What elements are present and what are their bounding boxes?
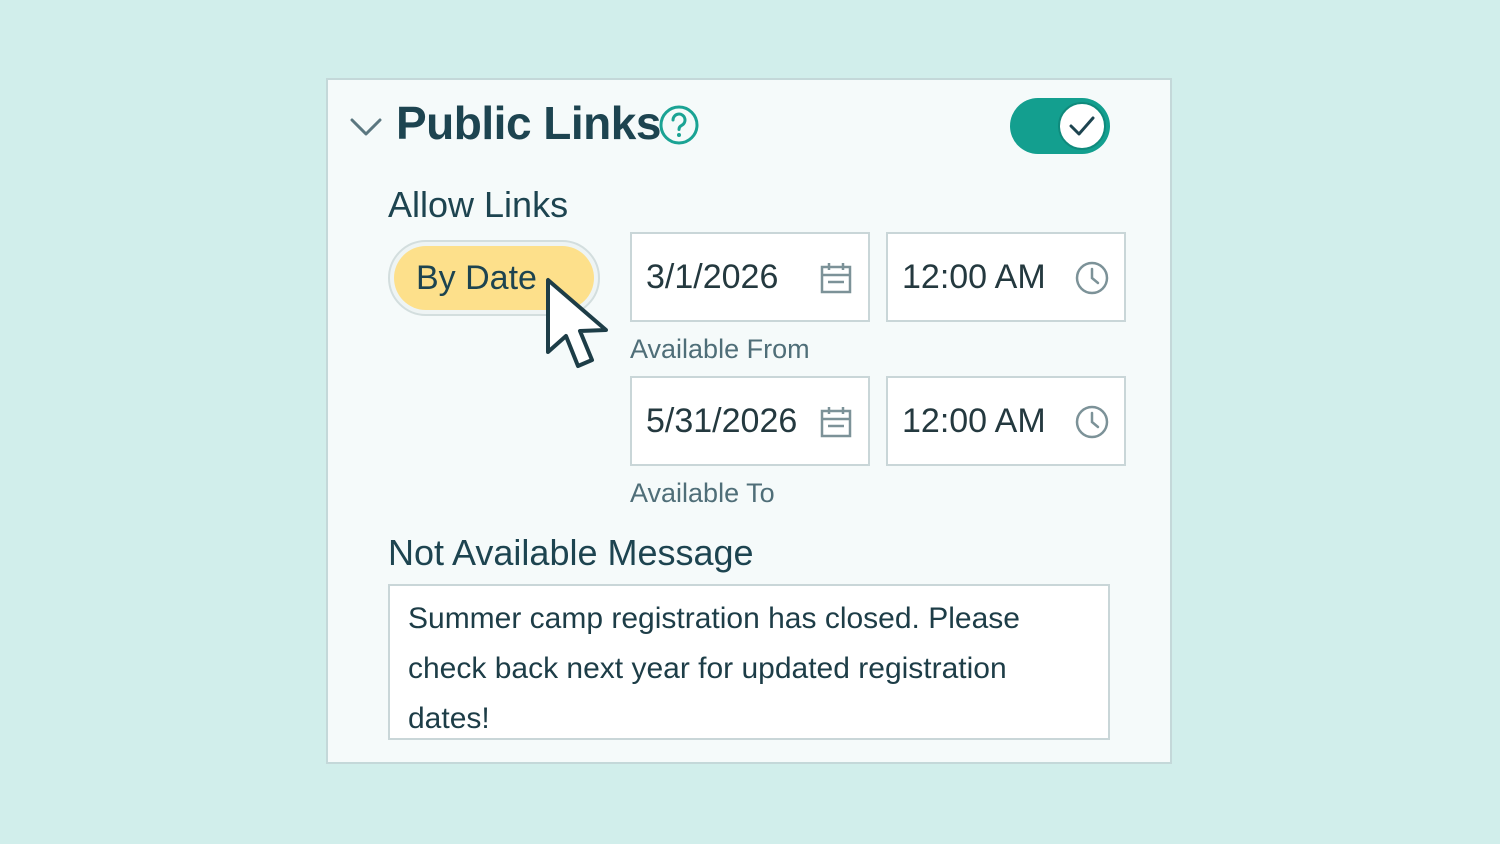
clock-icon[interactable]: [1074, 260, 1110, 296]
available-from-time-field[interactable]: 12:00 AM: [886, 232, 1126, 322]
available-from-label: Available From: [630, 334, 810, 364]
available-from-time-value: 12:00 AM: [902, 258, 1046, 296]
chevron-down-icon[interactable]: [348, 112, 384, 140]
available-to-date-value: 5/31/2026: [646, 402, 798, 440]
check-icon: [1069, 116, 1095, 136]
available-to-time-field[interactable]: 12:00 AM: [886, 376, 1126, 466]
calendar-icon[interactable]: [818, 260, 854, 296]
clock-icon[interactable]: [1074, 404, 1110, 440]
calendar-icon[interactable]: [818, 404, 854, 440]
not-available-message-textarea[interactable]: Summer camp registration has closed. Ple…: [388, 584, 1110, 740]
toggle-knob: [1058, 102, 1106, 150]
available-to-label: Available To: [630, 478, 775, 508]
not-available-message-label: Not Available Message: [388, 532, 754, 573]
help-icon[interactable]: [658, 104, 700, 146]
available-from-date-field[interactable]: 3/1/2026: [630, 232, 870, 322]
available-to-time-value: 12:00 AM: [902, 402, 1046, 440]
section-title: Public Links: [396, 97, 661, 149]
allow-links-label: Allow Links: [388, 184, 569, 225]
available-from-date-value: 3/1/2026: [646, 258, 779, 296]
cursor-arrow-icon: [546, 278, 608, 368]
available-to-date-field[interactable]: 5/31/2026: [630, 376, 870, 466]
public-links-toggle[interactable]: [1010, 98, 1110, 154]
public-links-panel: Public Links Allow Links By Date 3/1/202…: [326, 78, 1172, 764]
